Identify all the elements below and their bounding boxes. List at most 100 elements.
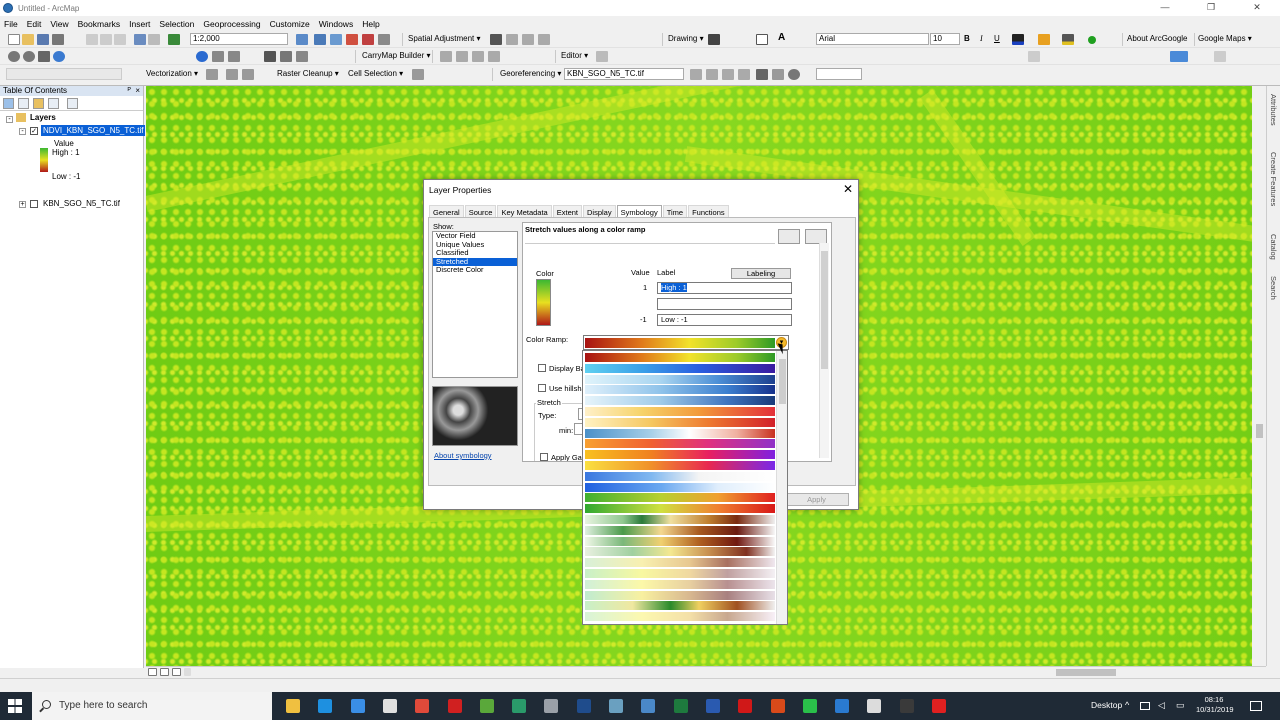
high-label-input[interactable]: High : 1 xyxy=(657,282,792,294)
file-explorer-icon[interactable] xyxy=(286,699,300,713)
excel-icon[interactable] xyxy=(673,699,688,713)
zoom-out-icon[interactable] xyxy=(23,51,35,62)
hyperlink-icon[interactable] xyxy=(296,51,308,62)
zoom-whole-page-icon[interactable] xyxy=(1170,51,1188,62)
chrome-icon[interactable] xyxy=(415,699,430,713)
font-color-icon[interactable] xyxy=(1012,34,1024,45)
font-size-field[interactable]: 10 xyxy=(930,33,960,45)
edit-tool-icon[interactable] xyxy=(596,51,608,62)
notifications-icon[interactable] xyxy=(1250,701,1262,711)
display-background-checkbox[interactable] xyxy=(538,364,546,372)
menu-customize[interactable]: Customize xyxy=(270,19,310,29)
color-ramp-option[interactable] xyxy=(585,374,775,384)
viewer-icon[interactable] xyxy=(772,69,784,80)
cell-selection-menu[interactable]: Cell Selection ▾ xyxy=(348,69,403,78)
tab-symbology[interactable]: Symbology xyxy=(616,205,662,217)
layout-view-icon[interactable] xyxy=(160,668,169,676)
shift-icon[interactable] xyxy=(706,69,718,80)
color-ramp-option[interactable] xyxy=(585,407,775,416)
taskbar-search-box[interactable]: Type here to search xyxy=(32,692,272,720)
tab-source[interactable]: Source xyxy=(464,205,497,217)
powerpoint-icon[interactable] xyxy=(770,699,785,713)
qgis-icon[interactable] xyxy=(479,699,494,713)
tool-a-icon[interactable] xyxy=(440,51,452,62)
georeferencing-menu[interactable]: Georeferencing ▾ xyxy=(500,69,561,78)
zoom-in-icon[interactable] xyxy=(8,51,20,62)
pane-scrollbar[interactable] xyxy=(819,243,829,458)
layout-view-icon[interactable] xyxy=(1214,51,1226,62)
color-ramp-option[interactable] xyxy=(585,493,775,503)
tab-extent[interactable]: Extent xyxy=(552,205,582,217)
binoculars-icon[interactable] xyxy=(264,51,276,62)
labeling-button[interactable]: Labeling xyxy=(731,268,791,279)
color-ramp-option[interactable] xyxy=(585,353,775,362)
menu-windows[interactable]: Windows xyxy=(319,19,353,29)
color-ramp-option[interactable] xyxy=(585,579,775,589)
redo-icon[interactable] xyxy=(148,34,160,45)
toc-layer-ndvi[interactable]: NDVI_KBN_SGO_N5_TC.tif xyxy=(41,125,146,136)
dropdown-scroll-thumb[interactable] xyxy=(779,359,786,404)
map-scale-field[interactable]: 1:2,000 xyxy=(190,33,288,45)
new-icon[interactable] xyxy=(8,34,20,45)
whatsapp-icon[interactable] xyxy=(802,699,817,713)
import-symbology-button[interactable] xyxy=(778,229,800,244)
text-tool-icon[interactable]: A xyxy=(778,32,785,43)
add-data-icon[interactable] xyxy=(168,34,180,45)
menu-view[interactable]: View xyxy=(50,19,68,29)
menu-edit[interactable]: Edit xyxy=(27,19,42,29)
dock-search-tab[interactable]: Search xyxy=(1269,276,1278,300)
color-ramp-option[interactable] xyxy=(585,363,775,373)
dock-create-features-tab[interactable]: Create Features xyxy=(1269,152,1278,206)
close-button[interactable]: ✕ xyxy=(1234,0,1280,16)
save-symbology-button[interactable] xyxy=(805,229,827,244)
menu-bookmarks[interactable]: Bookmarks xyxy=(78,19,121,29)
tool-b-icon[interactable] xyxy=(456,51,468,62)
maximize-button[interactable]: ❐ xyxy=(1188,0,1234,16)
toc-options-icon[interactable] xyxy=(67,98,78,109)
drawing-menu[interactable]: Drawing ▾ xyxy=(668,34,704,43)
layer1-collapse-icon[interactable]: - xyxy=(19,128,26,135)
editor-menu[interactable]: Editor ▾ xyxy=(561,51,588,60)
map-vertical-scrollbar[interactable] xyxy=(1253,86,1266,666)
volume-icon[interactable]: ◁ xyxy=(1158,700,1165,711)
tab-key-metadata[interactable]: Key Metadata xyxy=(497,205,552,217)
use-hillshade-checkbox[interactable] xyxy=(538,384,546,392)
fill-color-icon[interactable] xyxy=(1038,34,1050,45)
app-white-icon[interactable] xyxy=(867,699,882,713)
adjust-tool-icon[interactable] xyxy=(506,34,518,45)
menu-insert[interactable]: Insert xyxy=(129,19,150,29)
color-ramp-option[interactable] xyxy=(585,439,775,449)
georeferencing-layer-field[interactable]: KBN_SGO_N5_TC.tif xyxy=(564,68,684,80)
find-icon[interactable] xyxy=(212,51,224,62)
add-control-points-icon[interactable] xyxy=(738,69,750,80)
tab-general[interactable]: General xyxy=(429,205,464,217)
tab-functions[interactable]: Functions xyxy=(688,205,729,217)
acrobat-icon[interactable] xyxy=(447,699,462,713)
app-globe-icon[interactable] xyxy=(609,699,623,713)
app-dark-icon[interactable] xyxy=(899,699,914,713)
copy-icon[interactable] xyxy=(100,34,112,45)
refresh-icon[interactable] xyxy=(172,668,181,676)
tab-time[interactable]: Time xyxy=(662,205,688,217)
search-window-icon[interactable] xyxy=(346,34,358,45)
cut-icon[interactable] xyxy=(86,34,98,45)
layer1-visibility-checkbox[interactable]: ✓ xyxy=(30,127,38,135)
menu-file[interactable]: File xyxy=(4,19,18,29)
color-ramp-option[interactable] xyxy=(585,385,775,395)
toc-close-button[interactable]: × xyxy=(135,86,140,96)
color-ramp-option[interactable] xyxy=(585,525,775,535)
font-name-field[interactable]: Arial xyxy=(816,33,929,45)
about-symbology-link[interactable]: About symbology xyxy=(434,451,492,460)
marker-color-icon[interactable] xyxy=(1088,36,1096,44)
bold-button[interactable]: B xyxy=(964,34,970,43)
color-ramp-combobox[interactable]: ▾ xyxy=(583,335,789,350)
color-ramp-option[interactable] xyxy=(585,450,775,460)
list-by-drawing-order-icon[interactable] xyxy=(3,98,14,109)
magnifier-icon[interactable] xyxy=(788,69,800,80)
editor-toolbar-icon[interactable] xyxy=(296,34,308,45)
chevron-up-icon[interactable]: ^ xyxy=(1125,700,1129,710)
dialog-close-button[interactable]: ✕ xyxy=(843,182,853,196)
layer2-visibility-checkbox[interactable] xyxy=(30,200,38,208)
catalog-window-icon[interactable] xyxy=(330,34,342,45)
dropdown-scrollbar[interactable] xyxy=(776,351,787,624)
